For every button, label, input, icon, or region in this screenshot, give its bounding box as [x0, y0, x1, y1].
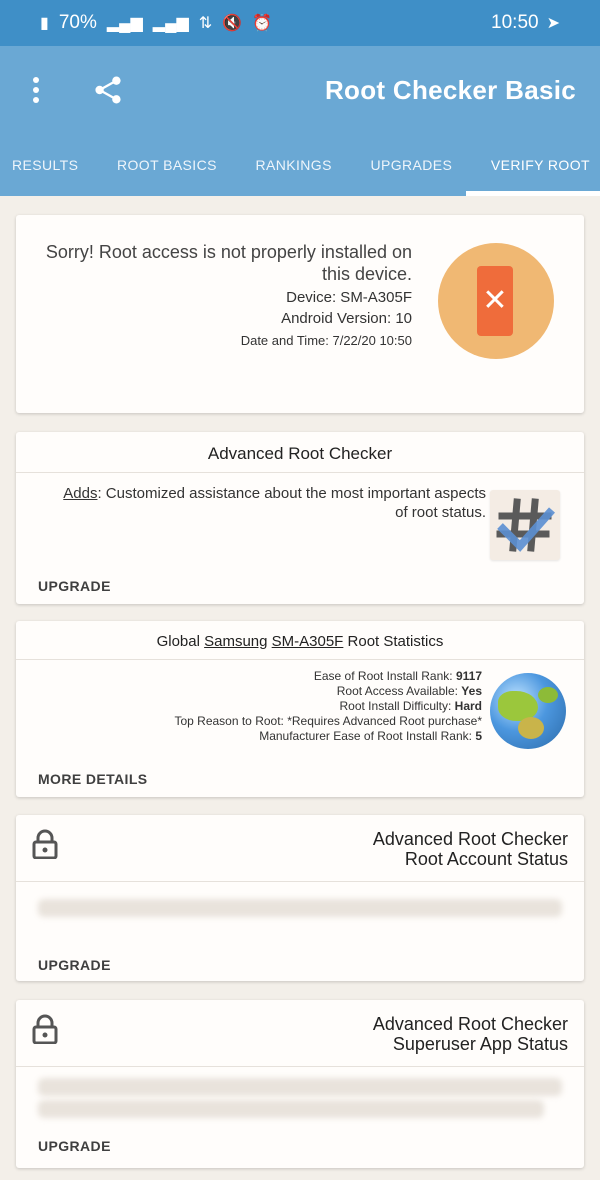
stat-label: Root Access Available: — [336, 684, 462, 698]
upgrade-button[interactable]: UPGRADE — [38, 1138, 111, 1154]
tab-root-basics[interactable]: ROOT BASICS — [117, 157, 217, 173]
stats-title-prefix: Global — [156, 633, 205, 650]
stat-top-reason: Top Reason to Root: *Requires Advanced R… — [174, 714, 482, 728]
advanced-card-title: Advanced Root Checker — [207, 444, 393, 463]
verify-result-text: Sorry! Root access is not properly insta… — [42, 241, 412, 348]
signal-icon-2: ▂▄▆ — [152, 15, 189, 32]
title-line: Advanced Root Checker — [372, 829, 568, 849]
lock-icon — [32, 1014, 58, 1045]
stat-value: 5 — [475, 729, 482, 743]
verify-result-card: ✕ Sorry! Root access is not properly ins… — [16, 215, 584, 413]
status-bar: ▮ 70% ▂▄▆ ▂▄▆ ⇅ 🔇 ⏰ 10:50 ➤ — [0, 0, 600, 46]
stat-value: 9117 — [455, 669, 482, 683]
card-divider — [16, 881, 584, 882]
location-icon: ➤ — [546, 15, 560, 32]
share-icon[interactable] — [94, 76, 122, 104]
app-bar: Root Checker Basic — [0, 46, 600, 134]
root-account-title: Advanced Root Checker Root Account Statu… — [373, 829, 568, 869]
superuser-title: Advanced Root Checker Superuser App Stat… — [373, 1014, 568, 1054]
stats-title-suffix: Root Statistics — [343, 633, 444, 650]
network-4g-icon: ⇅ — [198, 15, 213, 32]
globe-icon — [490, 673, 566, 749]
upgrade-button[interactable]: UPGRADE — [38, 578, 111, 594]
app-bar-actions — [22, 76, 122, 104]
advanced-card-desc: Adds: Customized assistance about the mo… — [56, 484, 486, 522]
root-fail-icon: ✕ — [438, 243, 554, 359]
date-time: Date and Time: 7/22/20 10:50 — [240, 333, 412, 348]
title-line: Root Account Status — [404, 849, 568, 869]
stat-value: Hard — [454, 699, 482, 713]
close-icon: ✕ — [482, 284, 508, 317]
tab-upgrades[interactable]: UPGRADES — [370, 157, 452, 173]
stat-label: Manufacturer Ease of Root Install Rank: — [259, 729, 476, 743]
alarm-icon: ⏰ — [252, 15, 272, 32]
blurred-content — [38, 1078, 562, 1096]
stats-title-model: SM-A305F — [271, 633, 344, 650]
status-time: 10:50 — [491, 12, 539, 33]
title-line: Advanced Root Checker — [372, 1014, 568, 1034]
notification-icon: ▮ — [40, 15, 49, 32]
android-version: Android Version: 10 — [281, 310, 412, 327]
stats-title-brand: Samsung — [204, 633, 268, 650]
stat-value: Yes — [461, 684, 482, 698]
mute-icon: 🔇 — [222, 15, 243, 32]
blurred-content — [38, 1100, 544, 1118]
more-vert-icon[interactable] — [22, 76, 50, 104]
status-icons-right: 10:50 ➤ — [491, 12, 560, 34]
active-tab-indicator — [466, 191, 600, 196]
stat-ease-rank: Ease of Root Install Rank: 9117 — [56, 669, 482, 684]
card-divider — [16, 1066, 584, 1067]
card-divider — [16, 472, 584, 473]
hashtag-check-icon — [490, 490, 560, 560]
signal-icon: ▂▄▆ — [106, 15, 143, 32]
lock-icon — [32, 829, 58, 860]
more-details-button[interactable]: MORE DETAILS — [38, 771, 148, 787]
stat-manufacturer-rank: Manufacturer Ease of Root Install Rank: … — [56, 729, 482, 744]
app-title: Root Checker Basic — [324, 74, 576, 105]
advanced-desc-text: : Customized assistance about the most i… — [97, 485, 486, 521]
battery-percent: 70% — [58, 12, 97, 33]
superuser-status-card: Advanced Root Checker Superuser App Stat… — [16, 1000, 584, 1168]
stat-install-difficulty: Root Install Difficulty: Hard — [56, 699, 483, 714]
phone-icon: ✕ — [477, 266, 513, 336]
stat-access-available: Root Access Available: Yes — [56, 684, 482, 699]
tab-verify-root[interactable]: VERIFY ROOT — [491, 157, 590, 173]
upgrade-button[interactable]: UPGRADE — [38, 957, 111, 973]
tab-rankings[interactable]: RANKINGS — [256, 157, 332, 173]
tab-bar: RESULTS ROOT BASICS RANKINGS UPGRADES VE… — [0, 134, 600, 196]
root-account-status-card: Advanced Root Checker Root Account Statu… — [16, 815, 584, 981]
advanced-root-card: Advanced Root Checker Adds: Customized a… — [16, 432, 584, 604]
adds-link[interactable]: Adds — [63, 485, 97, 502]
status-icons-left: ▮ 70% ▂▄▆ ▂▄▆ ⇅ 🔇 ⏰ — [40, 12, 272, 34]
verify-message: Sorry! Root access is not properly insta… — [45, 242, 412, 284]
root-statistics-card: Global Samsung SM-A305F Root Statistics … — [16, 621, 584, 797]
tab-results[interactable]: RESULTS — [12, 157, 78, 173]
stat-label: Root Install Difficulty: — [339, 699, 455, 713]
stats-list: Ease of Root Install Rank: 9117 Root Acc… — [56, 669, 482, 744]
stats-card-title: Global Samsung SM-A305F Root Statistics — [16, 633, 584, 650]
blurred-content — [38, 899, 562, 917]
title-line: Superuser App Status — [392, 1034, 568, 1054]
stat-label: Ease of Root Install Rank: — [313, 669, 456, 683]
card-divider — [16, 659, 584, 660]
device-model: Device: SM-A305F — [286, 289, 412, 306]
